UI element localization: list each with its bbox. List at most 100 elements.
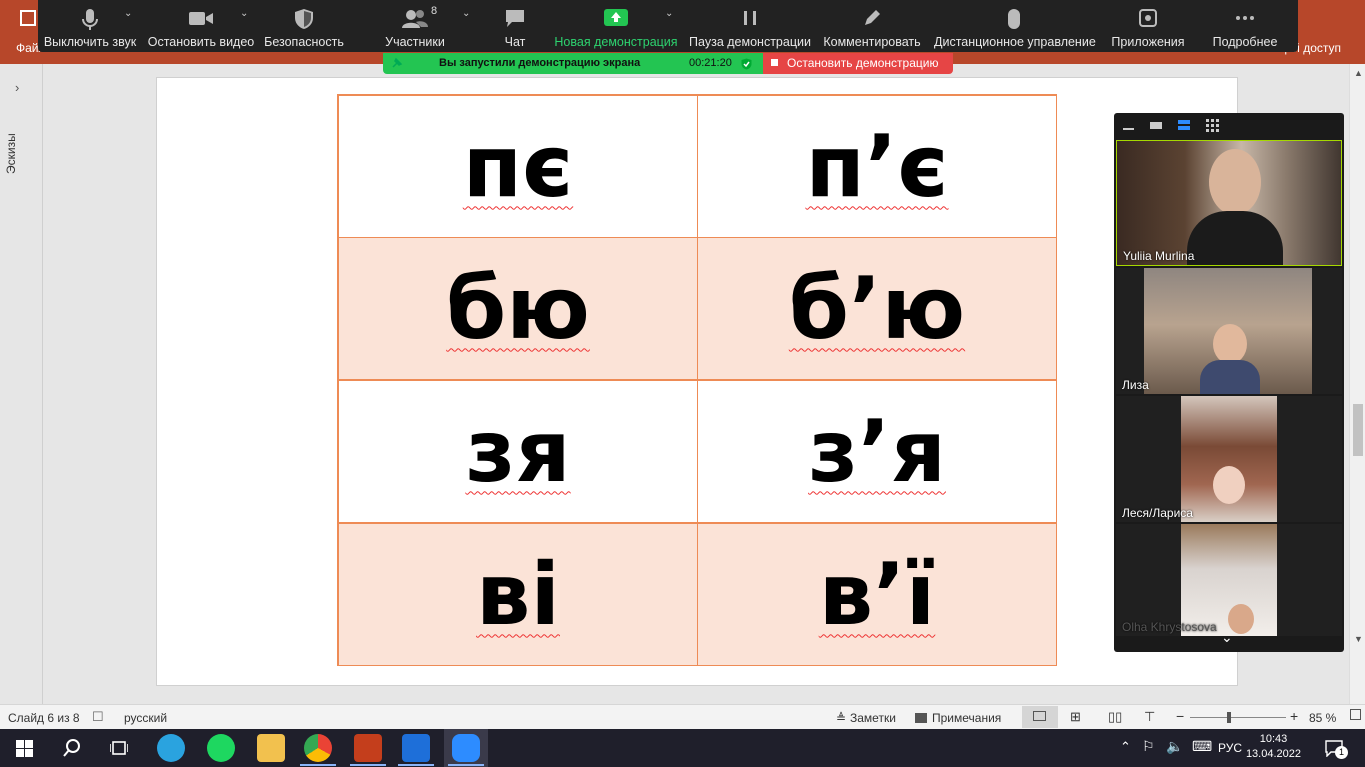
share-screen-arrow-icon bbox=[604, 9, 628, 26]
search-icon[interactable] bbox=[63, 739, 81, 757]
video-tile[interactable]: Леся/Лариса bbox=[1116, 396, 1342, 522]
comments-icon[interactable] bbox=[915, 713, 927, 723]
save-icon[interactable] bbox=[20, 10, 36, 26]
spellcheck-icon[interactable]: ☐ bbox=[92, 709, 104, 725]
pause-share-button[interactable]: Пауза демонстрации bbox=[688, 0, 812, 52]
strip-view-icon[interactable] bbox=[1178, 119, 1192, 131]
mouse-icon bbox=[1008, 9, 1020, 29]
powerpoint-active-indicator bbox=[350, 764, 386, 766]
participant-face bbox=[1209, 149, 1261, 215]
comments-button[interactable]: Примечания bbox=[932, 711, 1001, 725]
thumbnails-label[interactable]: Эскизы bbox=[4, 133, 18, 174]
tray-overflow-chevron-icon[interactable]: ⌃ bbox=[1120, 739, 1131, 755]
table-cell[interactable]: з’я bbox=[697, 380, 1057, 523]
reading-view-icon[interactable]: ▯▯ bbox=[1108, 709, 1122, 725]
zoom-out-icon[interactable]: − bbox=[1176, 708, 1184, 724]
remote-control-button[interactable]: Дистанционное управление bbox=[934, 0, 1096, 52]
normal-view-icon bbox=[1033, 711, 1046, 721]
spotify-icon[interactable] bbox=[207, 734, 235, 762]
scroll-up-icon[interactable]: ▲ bbox=[1354, 68, 1363, 78]
table-cell[interactable]: б’ю bbox=[697, 237, 1057, 380]
zoom-level[interactable]: 85 % bbox=[1309, 711, 1336, 725]
minimize-icon[interactable] bbox=[1122, 119, 1136, 131]
microphone-icon bbox=[82, 9, 98, 30]
video-tile[interactable]: Yuliia Murlina bbox=[1116, 140, 1342, 266]
table-cell[interactable]: в’ї bbox=[697, 523, 1057, 666]
shield-check-icon bbox=[741, 58, 752, 70]
participant-body bbox=[1200, 360, 1260, 394]
keyboard-icon[interactable]: ⌨ bbox=[1192, 738, 1212, 755]
slide-sorter-icon[interactable]: ⊞ bbox=[1070, 709, 1081, 725]
notification-count-badge: 1 bbox=[1335, 746, 1348, 759]
scroll-down-chevron-icon[interactable]: ⌄ bbox=[1221, 629, 1233, 646]
zoom-slider[interactable] bbox=[1190, 717, 1286, 718]
pause-icon bbox=[744, 11, 756, 25]
more-button[interactable]: Подробнее bbox=[1198, 0, 1292, 52]
participants-icon bbox=[402, 10, 428, 28]
scroll-down-icon[interactable]: ▼ bbox=[1354, 634, 1363, 644]
zoom-in-icon[interactable]: + bbox=[1290, 708, 1298, 724]
more-dots-icon bbox=[1236, 16, 1254, 20]
network-icon[interactable]: ⚐ bbox=[1142, 738, 1155, 755]
video-options-chevron-icon[interactable]: ⌄ bbox=[240, 8, 248, 19]
notes-icon[interactable]: ≜ bbox=[836, 711, 846, 725]
normal-view-button[interactable] bbox=[1022, 706, 1058, 728]
apps-button[interactable]: Приложения bbox=[1108, 0, 1188, 52]
table-cell[interactable]: ві bbox=[338, 523, 698, 666]
table-cell[interactable]: зя bbox=[338, 380, 698, 523]
video-tile[interactable]: Лиза bbox=[1116, 268, 1342, 394]
input-language[interactable]: РУС bbox=[1218, 741, 1242, 755]
windows-start-icon[interactable] bbox=[16, 740, 33, 757]
media-player-icon[interactable] bbox=[402, 734, 430, 762]
language-indicator[interactable]: русский bbox=[124, 711, 167, 725]
zoom-app-icon[interactable] bbox=[452, 734, 480, 762]
annotate-button[interactable]: Комментировать bbox=[822, 0, 922, 52]
stop-square-icon bbox=[771, 59, 778, 66]
pin-icon[interactable] bbox=[391, 57, 403, 69]
table-cell[interactable]: бю bbox=[338, 237, 698, 380]
slide-counter: Слайд 6 из 8 bbox=[8, 711, 80, 725]
zoom-slider-thumb[interactable] bbox=[1227, 712, 1231, 723]
chat-button[interactable]: Чат bbox=[492, 0, 538, 52]
volume-icon[interactable]: 🔈 bbox=[1166, 738, 1183, 755]
file-explorer-icon[interactable] bbox=[257, 734, 285, 762]
participant-face bbox=[1213, 466, 1245, 504]
telegram-icon[interactable] bbox=[157, 734, 185, 762]
video-panel-toolbar bbox=[1114, 113, 1344, 139]
video-tile[interactable]: Olha Khrystosova bbox=[1116, 524, 1342, 636]
new-share-button[interactable]: Новая демонстрация bbox=[554, 0, 678, 52]
security-button[interactable]: Безопасность bbox=[262, 0, 346, 52]
clock-date: 13.04.2022 bbox=[1245, 748, 1301, 760]
stop-share-button[interactable]: Остановить демонстрацию bbox=[763, 53, 953, 74]
participants-count: 8 bbox=[431, 5, 438, 17]
notes-button[interactable]: Заметки bbox=[850, 711, 896, 725]
task-view-icon[interactable] bbox=[110, 740, 128, 756]
system-clock[interactable]: 10:43 13.04.2022 bbox=[1246, 732, 1301, 762]
table-cell[interactable]: п’є bbox=[697, 95, 1057, 238]
active-speaker-icon[interactable] bbox=[1150, 119, 1164, 131]
zoom-active-indicator bbox=[448, 764, 484, 766]
participants-options-chevron-icon[interactable]: ⌄ bbox=[462, 8, 470, 19]
participant-face bbox=[1213, 324, 1247, 364]
share-status-banner: Вы запустили демонстрацию экрана 00:21:2… bbox=[383, 53, 763, 74]
expand-chevron-icon[interactable]: › bbox=[15, 80, 19, 95]
powerpoint-icon[interactable] bbox=[354, 734, 382, 762]
scrollbar-thumb[interactable] bbox=[1353, 404, 1363, 456]
participants-button[interactable]: Участники bbox=[376, 0, 454, 52]
vertical-scrollbar[interactable]: ▲ ▼ bbox=[1349, 64, 1365, 704]
video-panel: Yuliia Murlina Лиза Леся/Лариса Olha Khr… bbox=[1114, 113, 1344, 652]
share-options-chevron-icon[interactable]: ⌄ bbox=[665, 8, 673, 19]
thumbnails-pane: › Эскизы bbox=[0, 64, 43, 704]
video-camera-icon bbox=[189, 12, 213, 25]
fit-to-window-icon[interactable] bbox=[1350, 709, 1361, 720]
chrome-icon[interactable] bbox=[304, 734, 332, 762]
gallery-view-icon[interactable] bbox=[1206, 119, 1220, 132]
shield-icon bbox=[295, 9, 313, 29]
audio-options-chevron-icon[interactable]: ⌄ bbox=[124, 8, 132, 19]
table-cell[interactable]: пє bbox=[338, 95, 698, 238]
pencil-icon bbox=[865, 10, 880, 25]
apps-icon bbox=[1139, 9, 1157, 27]
slideshow-icon[interactable]: ⊤ bbox=[1144, 709, 1155, 725]
word-pairs-table[interactable]: пє п’є бю б’ю зя з’я ві в’ї bbox=[337, 94, 1057, 666]
chat-bubble-icon bbox=[506, 10, 524, 27]
